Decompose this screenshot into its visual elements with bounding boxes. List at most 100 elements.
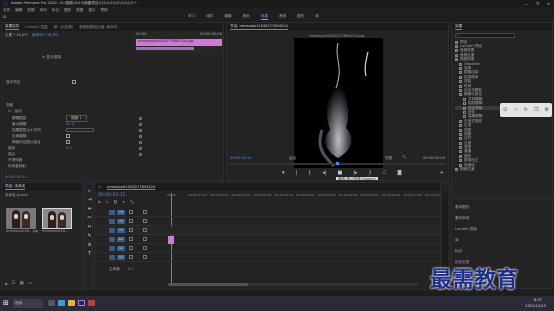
stretch-map-checkbox[interactable] (66, 140, 70, 144)
timeline-timecode[interactable]: 00:00:02:11 (98, 193, 125, 198)
timeline-scrollbar[interactable] (168, 283, 418, 286)
program-scrubber[interactable] (230, 162, 445, 165)
param-value-max-blur[interactable]: 20.0 (66, 122, 74, 126)
track-target-toggle[interactable] (109, 228, 115, 233)
taskbar-search[interactable]: 搜索 (13, 299, 43, 308)
timeline-clip[interactable] (168, 236, 174, 244)
track-eye-icon[interactable] (143, 219, 147, 223)
file-explorer-icon[interactable] (68, 300, 75, 306)
workspace-editing[interactable]: 编辑 (224, 14, 231, 20)
tool-ripple-icon[interactable]: ⇹ (86, 205, 92, 212)
lock-icon[interactable]: 🔒︎ (5, 281, 7, 287)
edge-icon[interactable] (58, 300, 65, 306)
go-to-in-icon[interactable]: { (308, 170, 311, 178)
tab-effects[interactable]: 效果 (455, 24, 463, 30)
track-mute-icon[interactable] (143, 255, 147, 259)
menu-view[interactable]: 视图 (76, 8, 83, 13)
keyframe-toggle-icon[interactable] (139, 116, 142, 120)
menu-marker[interactable]: 标记 (52, 8, 59, 13)
effects-search-field[interactable]: ⌕ (455, 33, 515, 38)
fit-dropdown[interactable]: 适合 (289, 156, 296, 161)
tab-source[interactable]: 源: (无剪辑) (54, 25, 74, 30)
workspace-libraries[interactable]: 库 (315, 14, 319, 20)
keyframe-toggle-icon[interactable] (139, 122, 142, 126)
tab-project[interactable]: 项目: 未命名 (5, 184, 26, 190)
keyframe-toggle-icon[interactable] (139, 146, 142, 150)
track-target-toggle[interactable] (109, 255, 115, 260)
program-timecode[interactable]: 00:00:02:11 (230, 156, 252, 160)
clip-selector[interactable]: 主要 * 18.JPG 新序列 * 18.JPG (5, 32, 59, 38)
tab-program[interactable]: 节目: mmexport1630277894224 (230, 24, 288, 30)
list-view-icon[interactable]: ☰ (11, 281, 15, 287)
icon-view-icon[interactable]: ▦ (19, 281, 23, 287)
track-lock-icon[interactable] (129, 210, 133, 214)
workspace-assembly[interactable]: 组件 (206, 14, 213, 20)
track-target-toggle[interactable] (109, 246, 115, 251)
maximize-button[interactable]: ❐ (536, 2, 539, 6)
linked-icon[interactable]: ⛓︎ (113, 200, 118, 204)
track-label[interactable]: A2 (117, 246, 125, 251)
track-mute-icon[interactable] (143, 237, 147, 241)
project-item-1[interactable]: mmexport16...jpg (6, 208, 38, 238)
step-back-icon[interactable]: ◂| (322, 170, 326, 178)
side-panel-item[interactable]: Lumetri 颜色 (455, 224, 477, 235)
mark-in-icon[interactable]: ▾ (282, 170, 285, 178)
workspace-color[interactable]: 颜色 (243, 14, 250, 20)
effects-tree-item[interactable]: 视频过渡 (455, 167, 551, 171)
mark-out-icon[interactable]: | (296, 170, 298, 178)
track-lock-icon[interactable] (129, 228, 133, 232)
track-lock-icon[interactable] (129, 246, 133, 250)
menu-sequence[interactable]: 序列 (40, 8, 47, 13)
keyframe-toggle-icon[interactable] (139, 128, 142, 132)
menu-file[interactable]: 文件 (3, 8, 10, 13)
lift-icon[interactable]: ⎍ (383, 170, 387, 178)
wrench-icon[interactable]: 🔧︎ (402, 155, 407, 159)
tab-lumetri-scopes[interactable]: Lumetri 范围 (25, 25, 47, 30)
time-ruler[interactable]: 00:0000:00:01:0000:00:02:0000:00:03:0000… (167, 193, 447, 203)
track-target-toggle[interactable] (109, 219, 115, 224)
invert-blur-checkbox[interactable] (66, 134, 70, 138)
close-tab-icon[interactable]: ✕ (98, 185, 101, 189)
menu-graphics[interactable]: 图形 (64, 8, 71, 13)
menu-window[interactable]: 窗口 (88, 8, 95, 13)
close-button[interactable]: ✕ (547, 2, 550, 6)
new-bin-icon[interactable]: ▭ (28, 281, 32, 287)
master-track-value[interactable]: 0.0 (128, 267, 134, 272)
menu-help[interactable]: 帮助 (101, 8, 108, 13)
track-label[interactable]: A3 (117, 255, 125, 260)
side-panel-item[interactable]: 基本声音 (455, 213, 477, 224)
track-lock-icon[interactable] (129, 255, 133, 259)
minimize-button[interactable]: — (524, 2, 528, 6)
track-label[interactable]: V1 (117, 228, 125, 233)
rotate-icon[interactable]: ↻ (524, 107, 528, 113)
show-item-checkbox[interactable] (72, 80, 77, 84)
tool-slip-icon[interactable]: ↔ (86, 223, 92, 230)
track-target-toggle[interactable] (109, 237, 115, 242)
track-mute-icon[interactable] (143, 246, 147, 250)
hand-icon[interactable]: ☜ (513, 107, 517, 113)
tool-track-select-icon[interactable]: ⇥ (86, 196, 92, 203)
track-lock-icon[interactable] (129, 237, 133, 241)
snap-icon[interactable]: ∩ (106, 200, 109, 204)
tab-audio-clip-mixer[interactable]: 音频剪辑混合器: 新序列 (79, 25, 117, 30)
app-icon[interactable] (88, 300, 95, 306)
menu-edit[interactable]: 编辑 (15, 8, 22, 13)
start-icon[interactable]: ⊞ (3, 299, 9, 307)
track-label[interactable]: V2 (117, 219, 125, 224)
rotation-value[interactable]: 0.0 (66, 146, 72, 150)
workspace-effects[interactable]: 效果 (260, 14, 268, 20)
wrench-icon[interactable]: 🔧︎ (130, 200, 135, 204)
param-value-layer-size[interactable] (66, 128, 94, 132)
workspace-graphics[interactable]: 图形 (297, 14, 304, 20)
keyframe-toggle-icon[interactable] (139, 140, 142, 144)
effect-controls-timecode[interactable]: 00:00:02:11 (5, 175, 27, 179)
side-panel-item[interactable]: 基本图形 (455, 202, 477, 213)
keyframe-toggle-icon[interactable] (139, 134, 142, 138)
side-panel-item[interactable]: 标记 (455, 246, 477, 257)
tool-selection-icon[interactable]: ▸ (86, 187, 92, 194)
add-marker-icon[interactable]: ▾ (123, 200, 125, 204)
tool-razor-icon[interactable]: ✂ (86, 214, 92, 221)
tool-type-icon[interactable]: T (86, 250, 92, 257)
premiere-icon[interactable] (78, 300, 85, 306)
settings-icon[interactable]: ⚙ (544, 107, 548, 113)
